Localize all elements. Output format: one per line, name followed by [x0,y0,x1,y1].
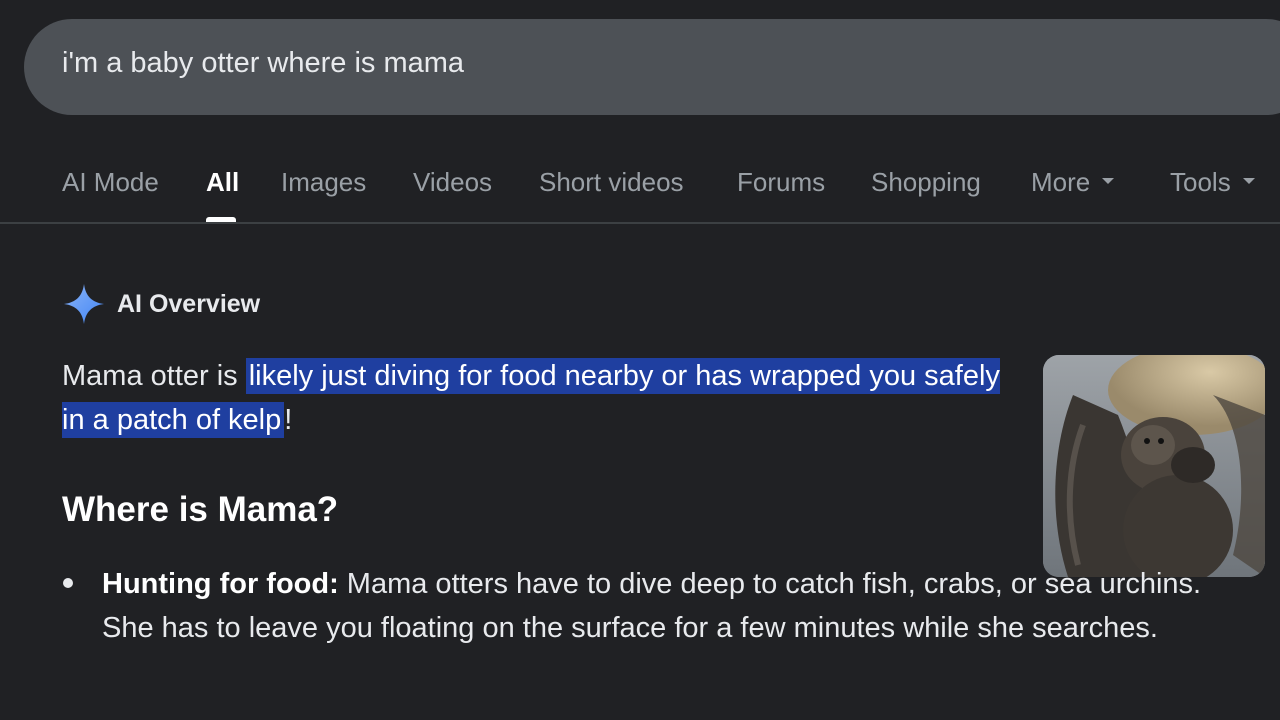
bullet-icon [63,578,73,588]
search-tabs: AI Mode All Images Videos Short videos F… [0,150,1280,222]
answer-suffix: ! [284,404,293,436]
tab-all[interactable]: All [206,167,239,198]
tab-shopping[interactable]: Shopping [871,167,981,198]
tab-tools[interactable]: Tools [1170,167,1255,198]
ai-overview-answer: Mama otter is likely just diving for foo… [62,354,1022,442]
tab-short-videos[interactable]: Short videos [539,167,684,198]
bullet-title: Hunting for food: [102,568,339,600]
chevron-down-icon [1242,178,1255,185]
tab-more-label: More [1031,167,1091,197]
tab-tools-label: Tools [1170,167,1231,197]
tab-more[interactable]: More [1031,167,1115,198]
otter-image-graphic [1043,355,1265,577]
answer-prefix: Mama otter is [62,360,246,392]
tab-forums[interactable]: Forums [737,167,825,198]
tab-images[interactable]: Images [281,167,366,198]
otter-image[interactable] [1043,355,1265,577]
tab-videos[interactable]: Videos [413,167,492,198]
tabs-divider [0,222,1280,224]
tab-ai-mode[interactable]: AI Mode [62,167,159,198]
search-bar[interactable]: i'm a baby otter where is mama [24,19,1280,115]
ai-overview-title: AI Overview [117,290,261,318]
section-heading: Where is Mama? [62,490,339,529]
list-item: Hunting for food: Mama otters have to di… [102,562,1242,650]
sparkle-icon [64,284,104,324]
search-input[interactable]: i'm a baby otter where is mama [62,47,464,80]
chevron-down-icon [1102,178,1115,185]
